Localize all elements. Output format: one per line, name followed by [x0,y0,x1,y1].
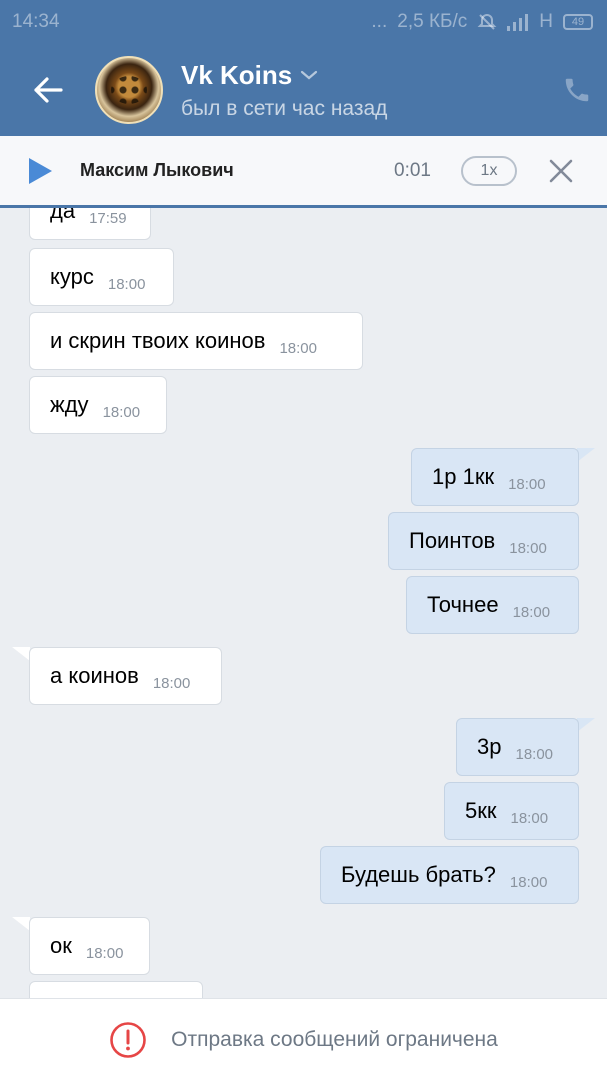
message-out[interactable]: 5кк 18:00 [444,782,579,840]
message-time: 18:00 [102,403,141,421]
messaging-restricted-banner: Отправка сообщений ограничена [0,998,607,1080]
message-text: Точнее [427,592,499,617]
message-time: 18:00 [515,745,554,763]
bubble-tail [577,718,595,732]
message-in[interactable] [29,981,203,998]
close-player-button[interactable] [545,155,577,187]
message-time: 18:00 [279,339,317,357]
chat-title-block[interactable]: Vk Koins был в сети час назад [181,60,547,121]
restriction-notice: Отправка сообщений ограничена [171,1027,498,1051]
message-in[interactable]: жду 18:00 [29,376,167,434]
message-out[interactable]: Поинтов 18:00 [388,512,579,570]
message-time: 18:00 [510,809,549,827]
status-dots: ... [371,11,388,32]
message-text: а коинов [50,663,139,688]
message-time: 18:00 [512,603,551,621]
track-time: 0:01 [394,159,431,181]
play-button[interactable] [0,157,80,185]
message-in[interactable]: и скрин твоих коинов 18:00 [29,312,363,370]
message-text: 3р [477,734,502,759]
message-text: жду [50,392,89,417]
message-time: 18:00 [509,539,547,557]
chevron-down-icon [301,70,318,80]
audio-player: Максим Лыкович 0:01 1x [0,136,607,208]
message-in[interactable]: курс 18:00 [29,248,174,306]
message-time: 18:00 [509,873,548,891]
message-in[interactable]: да 17:59 [29,208,151,240]
message-text: 5кк [465,798,497,823]
alert-circle-icon [110,1021,146,1058]
bubble-tail [12,647,30,661]
back-button[interactable] [0,44,95,136]
contact-status: был в сети час назад [181,96,388,120]
message-text: да [50,208,76,223]
status-time: 14:34 [12,11,60,32]
mute-icon [477,13,497,30]
message-in[interactable]: ок 18:00 [29,917,150,975]
message-text: Будешь брать? [341,862,496,887]
message-time: 18:00 [107,275,146,293]
bubble-tail [577,448,595,462]
message-list[interactable]: да 17:59 курс 18:00 и скрин твоих коинов… [0,208,607,998]
message-out[interactable]: 3р 18:00 [456,718,579,776]
avatar[interactable] [95,56,163,124]
message-time: 18:00 [508,475,546,493]
message-out[interactable]: Точнее 18:00 [406,576,579,634]
message-text: курс [50,264,94,289]
message-time: 18:00 [85,944,124,962]
message-text: и скрин твоих коинов [50,328,266,353]
message-text: Поинтов [409,528,496,553]
network-speed: 2,5 КБ/с [397,11,468,32]
message-text: 1р 1кк [432,464,495,489]
message-time: 17:59 [89,209,127,227]
status-bar: 14:34 ... 2,5 КБ/с H 49 [0,0,607,44]
phone-icon [565,78,589,102]
chat-header: Vk Koins был в сети час назад [0,44,607,136]
play-icon [29,157,52,184]
call-button[interactable] [547,75,607,105]
speed-button[interactable]: 1x [461,155,517,186]
message-out[interactable]: 1р 1кк 18:00 [411,448,579,506]
battery-icon: 49 [563,14,593,30]
signal-icon [507,14,529,31]
message-in[interactable]: а коинов 18:00 [29,647,222,705]
network-type: H [539,11,553,32]
back-arrow-icon [33,77,63,103]
close-icon [549,159,573,182]
title-row: Vk Koins [181,60,547,91]
status-right: ... 2,5 КБ/с H 49 [371,11,593,33]
message-time: 18:00 [152,674,191,692]
message-out[interactable]: Будешь брать? 18:00 [320,846,579,904]
contact-name: Vk Koins [181,59,293,90]
message-text: ок [50,933,72,958]
bubble-tail [12,917,30,931]
track-artist: Максим Лыкович [80,160,234,180]
